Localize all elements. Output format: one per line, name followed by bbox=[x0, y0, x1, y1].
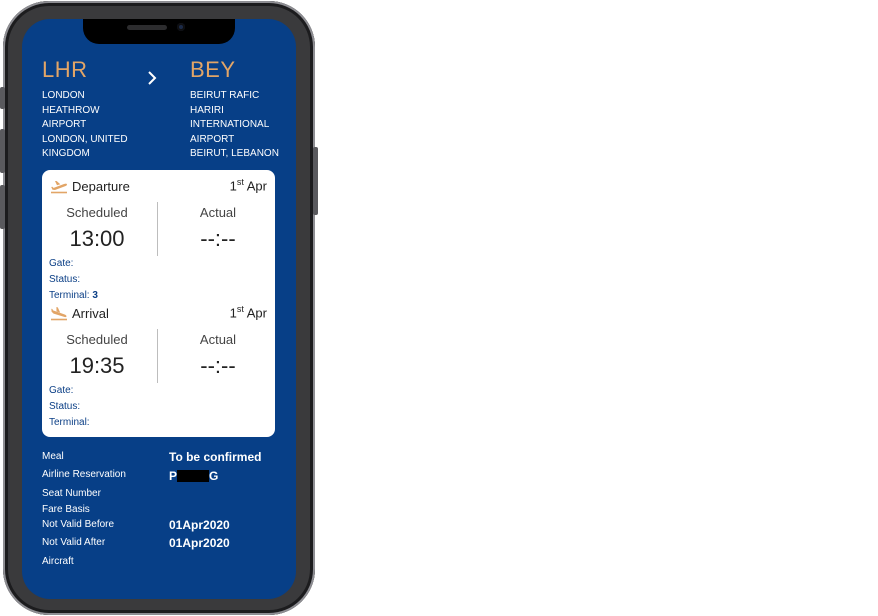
reservation-value: PG bbox=[169, 469, 218, 483]
arrival-scheduled-time: 19:35 bbox=[69, 353, 125, 378]
volume-down-button bbox=[0, 185, 5, 229]
flight-card: Departure 1st Apr Scheduled 13:00 Actual… bbox=[42, 170, 275, 437]
departure-date-month: Apr bbox=[246, 178, 267, 194]
seat-label: Seat Number bbox=[42, 488, 101, 499]
origin-airport-line: LONDON, UNITED bbox=[42, 133, 128, 145]
arrival-plane-icon bbox=[51, 307, 67, 321]
not-valid-after-row: Not Valid After 01Apr2020 bbox=[42, 536, 286, 555]
destination-airport-line: HARIRI bbox=[190, 104, 224, 116]
meal-row: Meal To be confirmed bbox=[42, 450, 286, 469]
departure-date-suffix: st bbox=[236, 177, 244, 187]
destination-airport: BEIRUT RAFIC HARIRI INTERNATIONAL AIRPOR… bbox=[190, 89, 296, 162]
not-valid-after-value: 01Apr2020 bbox=[169, 536, 230, 550]
origin-airport-line: AIRPORT bbox=[42, 119, 87, 130]
arrival-date-day: 1 bbox=[229, 305, 237, 321]
arrival-date-month: Apr bbox=[246, 305, 267, 321]
departure-actual-label: Actual bbox=[199, 205, 237, 220]
origin: LHR LONDON HEATHROW AIRPORT LONDON, UNIT… bbox=[42, 57, 146, 162]
departure-status: Status: bbox=[49, 274, 81, 285]
arrival-status: Status: bbox=[49, 401, 81, 412]
column-divider bbox=[157, 329, 158, 383]
reservation-row: Airline Reservation PG bbox=[42, 469, 286, 487]
not-valid-before-row: Not Valid Before 01Apr2020 bbox=[42, 518, 286, 537]
arrival-actual-time: --:-- bbox=[200, 353, 236, 378]
destination-code: BEY bbox=[190, 57, 236, 82]
arrival-actual-label: Actual bbox=[199, 332, 237, 347]
departure-scheduled-label: Scheduled bbox=[66, 205, 128, 220]
fare-label: Fare Basis bbox=[42, 504, 90, 515]
origin-code: LHR bbox=[42, 57, 88, 82]
not-valid-before-label: Not Valid Before bbox=[42, 519, 115, 530]
arrival-date: 1st Apr bbox=[230, 304, 267, 320]
not-valid-before-value: 01Apr2020 bbox=[169, 518, 230, 532]
arrival-segment: Arrival 1st Apr Scheduled 19:35 Actual -… bbox=[42, 297, 275, 437]
destination: BEY BEIRUT RAFIC HARIRI INTERNATIONAL AI… bbox=[190, 57, 296, 162]
destination-airport-line: BEIRUT, LEBANON bbox=[190, 148, 279, 159]
destination-airport-line: INTERNATIONAL bbox=[190, 119, 270, 130]
departure-segment: Departure 1st Apr Scheduled 13:00 Actual… bbox=[42, 170, 275, 302]
arrival-scheduled-label: Scheduled bbox=[66, 332, 128, 347]
departure-header: Departure 1st Apr bbox=[50, 177, 267, 197]
notch bbox=[83, 19, 235, 44]
origin-airport-line: LONDON bbox=[42, 90, 85, 101]
redaction-bar bbox=[177, 470, 210, 482]
arrival-date-suffix: st bbox=[236, 304, 244, 314]
reservation-suffix: G bbox=[209, 469, 219, 483]
arrival-header: Arrival 1st Apr bbox=[50, 304, 267, 324]
front-camera bbox=[177, 23, 185, 31]
mute-switch bbox=[0, 87, 5, 109]
chevron-right-icon bbox=[148, 71, 157, 85]
destination-airport-line: AIRPORT bbox=[190, 133, 235, 145]
departure-title: Departure bbox=[72, 179, 130, 194]
speaker-grille bbox=[127, 25, 167, 30]
origin-airport-line: HEATHROW bbox=[42, 104, 100, 116]
reservation-label: Airline Reservation bbox=[42, 469, 126, 480]
app-screen: LHR LONDON HEATHROW AIRPORT LONDON, UNIT… bbox=[22, 19, 296, 599]
phone-frame: LHR LONDON HEATHROW AIRPORT LONDON, UNIT… bbox=[0, 1, 318, 615]
arrival-terminal: Terminal: bbox=[49, 417, 90, 428]
aircraft-label: Aircraft bbox=[42, 556, 74, 567]
column-divider bbox=[157, 202, 158, 256]
departure-gate: Gate: bbox=[49, 258, 74, 269]
meal-label: Meal bbox=[42, 451, 64, 462]
departure-plane-icon bbox=[51, 181, 67, 194]
departure-date-day: 1 bbox=[229, 178, 237, 194]
arrival-gate: Gate: bbox=[49, 385, 74, 396]
departure-scheduled-time: 13:00 bbox=[69, 226, 125, 251]
meal-value: To be confirmed bbox=[169, 450, 262, 464]
route-header: LHR LONDON HEATHROW AIRPORT LONDON, UNIT… bbox=[42, 57, 286, 177]
departure-actual-time: --:-- bbox=[200, 226, 236, 251]
origin-airport: LONDON HEATHROW AIRPORT LONDON, UNITED K… bbox=[42, 89, 146, 162]
volume-up-button bbox=[0, 129, 5, 173]
arrival-title: Arrival bbox=[72, 306, 109, 321]
reservation-prefix: P bbox=[169, 469, 178, 483]
origin-airport-line: KINGDOM bbox=[42, 148, 90, 159]
side-button bbox=[313, 147, 318, 215]
departure-date: 1st Apr bbox=[230, 177, 267, 193]
destination-airport-line: BEIRUT RAFIC bbox=[190, 90, 260, 101]
not-valid-after-label: Not Valid After bbox=[42, 537, 106, 548]
aircraft-row: Aircraft bbox=[42, 556, 286, 574]
